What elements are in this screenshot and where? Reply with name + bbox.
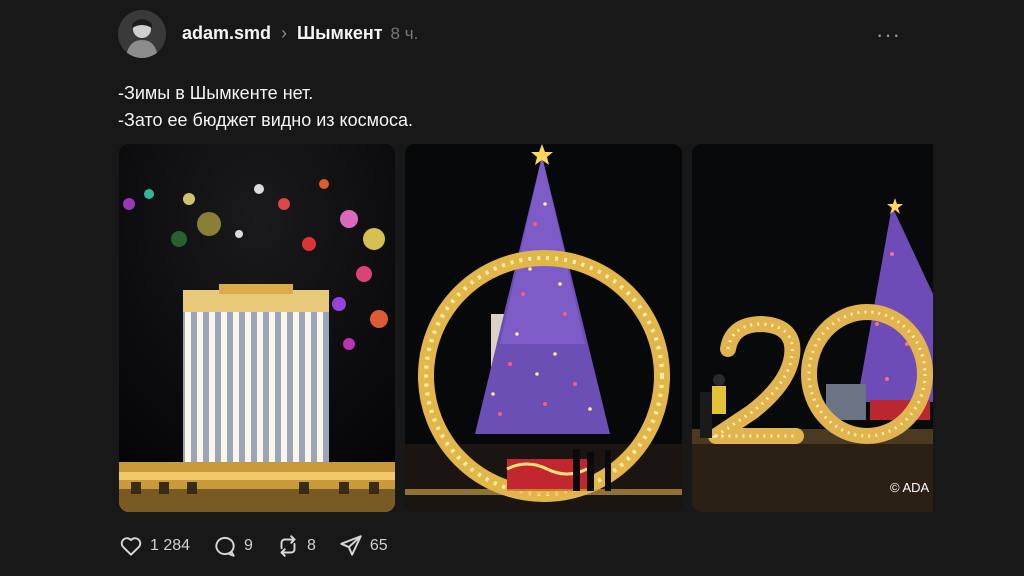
post-photo[interactable] bbox=[405, 144, 682, 512]
tree-photo bbox=[405, 144, 682, 512]
repost-count: 8 bbox=[306, 537, 316, 554]
post-text: -Зимы в Шымкенте нет. -Зато ее бюджет ви… bbox=[118, 80, 413, 134]
location-link[interactable]: Шымкент bbox=[297, 23, 382, 44]
heart-icon bbox=[120, 537, 142, 556]
comment-button[interactable]: 9 bbox=[212, 533, 253, 559]
more-icon[interactable]: ··· bbox=[876, 22, 901, 48]
share-button[interactable]: 65 bbox=[338, 533, 388, 559]
repost-button[interactable]: 8 bbox=[275, 533, 316, 559]
numbers-photo: © ADA bbox=[692, 144, 933, 512]
comment-icon bbox=[215, 536, 235, 557]
post-header: adam.smd › Шымкент 8 ч. bbox=[182, 23, 418, 44]
comment-count: 9 bbox=[244, 537, 253, 554]
photo-watermark: © ADA bbox=[890, 480, 930, 495]
post-photo[interactable] bbox=[119, 144, 395, 512]
avatar[interactable] bbox=[118, 10, 166, 58]
post-text-line: -Зимы в Шымкенте нет. bbox=[118, 83, 314, 103]
username-link[interactable]: adam.smd bbox=[182, 23, 271, 44]
post-text-line: -Зато ее бюджет видно из космоса. bbox=[118, 110, 414, 130]
send-icon bbox=[340, 535, 362, 556]
chevron-right-icon: › bbox=[281, 23, 288, 43]
post-time: 8 ч. bbox=[390, 23, 419, 43]
like-button[interactable]: 1 284 bbox=[118, 533, 190, 559]
avatar-image bbox=[118, 10, 166, 58]
repost-icon bbox=[280, 535, 296, 557]
building-photo bbox=[119, 144, 395, 512]
post-card: adam.smd › Шымкент 8 ч. ··· -Зимы в Шымк… bbox=[0, 0, 1024, 576]
post-actions: 1 284 9 8 65 bbox=[118, 533, 410, 559]
post-photo[interactable]: © ADA bbox=[692, 144, 933, 512]
like-count: 1 284 bbox=[150, 537, 191, 554]
share-count: 65 bbox=[369, 537, 388, 554]
